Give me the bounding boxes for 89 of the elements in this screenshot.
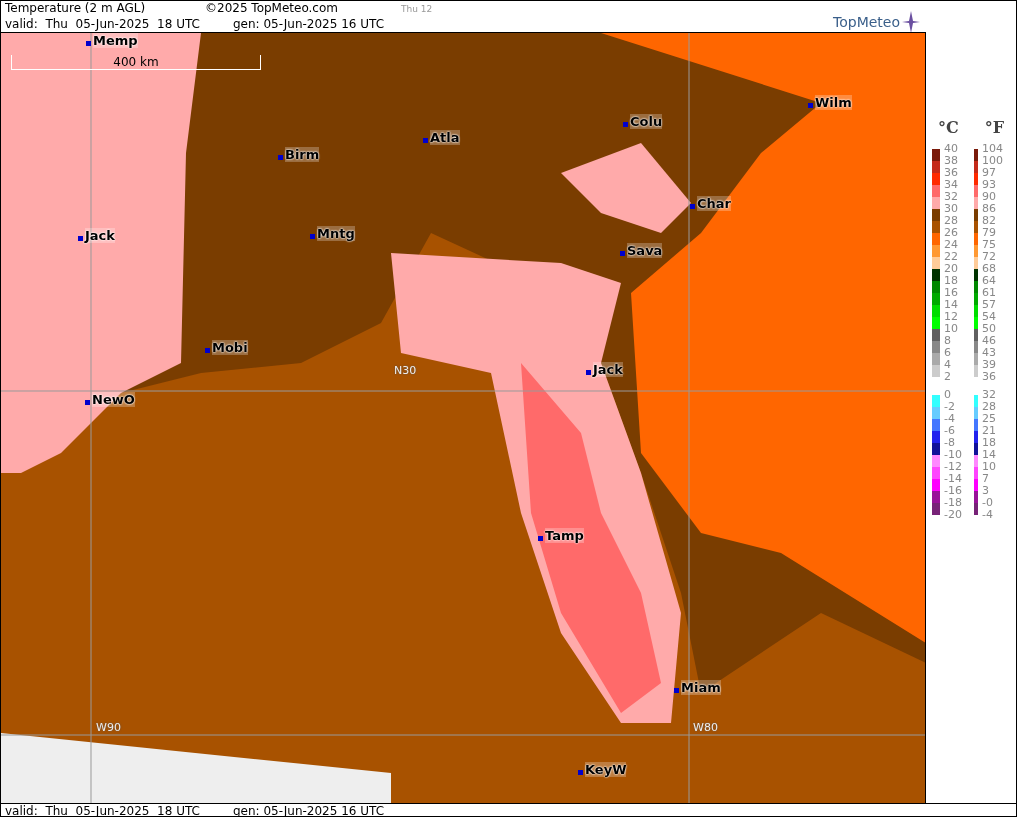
city-label: Wilm — [815, 95, 852, 110]
fahrenheit-label: 46 — [981, 335, 997, 347]
celsius-unit: °C — [937, 118, 959, 137]
grid-label: W90 — [96, 721, 121, 734]
city-label: Sava — [627, 243, 663, 258]
fahrenheit-label: 82 — [981, 215, 997, 227]
celsius-label: 12 — [943, 311, 959, 323]
copyright-text: ©2025 TopMeteo.com — [205, 1, 339, 16]
celsius-label: -20 — [943, 509, 963, 521]
fahrenheit-label: 18 — [981, 437, 997, 449]
celsius-label: -12 — [943, 461, 963, 473]
grid-label: W80 — [693, 721, 718, 734]
fahrenheit-label: 43 — [981, 347, 997, 359]
celsius-label: 28 — [943, 215, 959, 227]
scale-bar: 400 km — [11, 55, 261, 70]
celsius-label: 2 — [943, 371, 952, 383]
generated-time: gen: 05-Jun-2025 16 UTC — [233, 804, 385, 817]
fahrenheit-label: -0 — [981, 497, 994, 509]
celsius-label: 26 — [943, 227, 959, 239]
celsius-label: -14 — [943, 473, 963, 485]
city-label: Colu — [630, 114, 663, 129]
celsius-label: -18 — [943, 497, 963, 509]
celsius-label: -16 — [943, 485, 963, 497]
celsius-label: 40 — [943, 143, 959, 155]
fahrenheit-label: 39 — [981, 359, 997, 371]
fahrenheit-label: 28 — [981, 401, 997, 413]
fahrenheit-label: 61 — [981, 287, 997, 299]
run-label: Thu 12 — [401, 3, 433, 16]
fahrenheit-label: -4 — [981, 509, 994, 521]
map-title: Temperature (2 m AGL) — [5, 1, 147, 16]
celsius-label: 6 — [943, 347, 952, 359]
fahrenheit-label: 75 — [981, 239, 997, 251]
celsius-label: 8 — [943, 335, 952, 347]
celsius-label: 22 — [943, 251, 959, 263]
celsius-label: 16 — [943, 287, 959, 299]
fahrenheit-label: 21 — [981, 425, 997, 437]
fahrenheit-unit: °F — [984, 118, 1005, 137]
city-label: NewO — [92, 392, 135, 407]
fahrenheit-label: 72 — [981, 251, 997, 263]
celsius-label: 20 — [943, 263, 959, 275]
celsius-label: 10 — [943, 323, 959, 335]
celsius-label: 38 — [943, 155, 959, 167]
valid-time: valid: Thu 05-Jun-2025 18 UTC — [5, 17, 201, 32]
city-label: Mntg — [317, 226, 355, 241]
celsius-label: -8 — [943, 437, 956, 449]
fahrenheit-label: 90 — [981, 191, 997, 203]
celsius-label: -10 — [943, 449, 963, 461]
grid-label: N30 — [394, 364, 417, 377]
valid-time: valid: Thu 05-Jun-2025 18 UTC — [5, 804, 201, 817]
city-label: KeyW — [585, 762, 627, 777]
city-label: Miam — [681, 680, 721, 695]
fahrenheit-label: 64 — [981, 275, 997, 287]
fahrenheit-label: 32 — [981, 389, 997, 401]
celsius-label: 18 — [943, 275, 959, 287]
celsius-label: -6 — [943, 425, 956, 437]
generated-time: gen: 05-Jun-2025 16 UTC — [233, 17, 385, 32]
fahrenheit-label: 86 — [981, 203, 997, 215]
city-label: Jack — [85, 228, 115, 243]
celsius-label: 14 — [943, 299, 959, 311]
city-label: Atla — [430, 130, 460, 145]
city-label: Birm — [285, 147, 320, 162]
celsius-label: 0 — [943, 389, 952, 401]
celsius-label: -2 — [943, 401, 956, 413]
city-label: Tamp — [545, 528, 584, 543]
fahrenheit-label: 93 — [981, 179, 997, 191]
fahrenheit-label: 54 — [981, 311, 997, 323]
fahrenheit-label: 97 — [981, 167, 997, 179]
fahrenheit-label: 3 — [981, 485, 990, 497]
celsius-label: 32 — [943, 191, 959, 203]
fahrenheit-label: 14 — [981, 449, 997, 461]
fahrenheit-label: 36 — [981, 371, 997, 383]
fahrenheit-label: 79 — [981, 227, 997, 239]
celsius-label: -4 — [943, 413, 956, 425]
fahrenheit-label: 100 — [981, 155, 1004, 167]
fahrenheit-label: 57 — [981, 299, 997, 311]
celsius-label: 24 — [943, 239, 959, 251]
celsius-label: 30 — [943, 203, 959, 215]
fahrenheit-label: 7 — [981, 473, 990, 485]
fahrenheit-label: 50 — [981, 323, 997, 335]
celsius-label: 4 — [943, 359, 952, 371]
logo-text: TopMeteo — [833, 13, 900, 30]
celsius-label: 34 — [943, 179, 959, 191]
fahrenheit-label: 10 — [981, 461, 997, 473]
city-label: Memp — [93, 33, 138, 48]
fahrenheit-label: 104 — [981, 143, 1004, 155]
fahrenheit-label: 25 — [981, 413, 997, 425]
celsius-label: 36 — [943, 167, 959, 179]
city-label: Mobi — [212, 340, 248, 355]
fahrenheit-label: 68 — [981, 263, 997, 275]
